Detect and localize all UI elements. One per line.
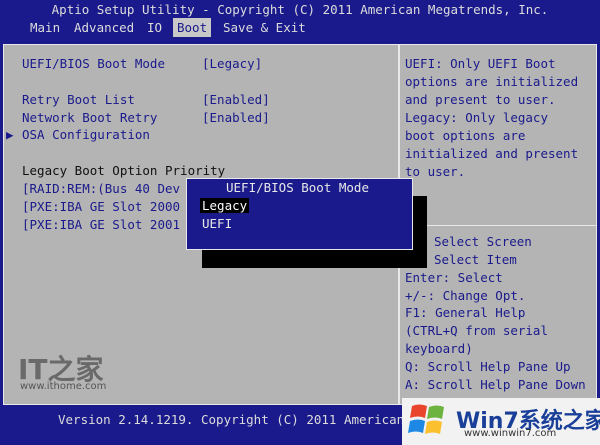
boot-mode-value[interactable]: [Legacy] (202, 56, 262, 71)
tab-io[interactable]: IO (147, 18, 162, 37)
popup-option-uefi[interactable]: UEFI (202, 216, 232, 231)
key-help-line: Q: Scroll Help Pane Up (405, 359, 571, 374)
key-help-line: (CTRL+Q from serial (405, 323, 548, 338)
network-boot-retry-label[interactable]: Network Boot Retry (22, 110, 157, 125)
help-line: options are initialized (405, 74, 579, 89)
key-help-line: keyboard) (405, 341, 473, 356)
tab-save-exit[interactable]: Save & Exit (223, 18, 306, 37)
help-separator (400, 225, 597, 226)
help-line: initialized and present (405, 146, 579, 161)
key-help-line: Select Item (434, 252, 517, 267)
win7-watermark-url: www.winwin7.com (464, 428, 557, 439)
help-line: UEFI: Only UEFI Boot (405, 56, 556, 71)
network-boot-retry-value[interactable]: [Enabled] (202, 110, 270, 125)
menu-bar: Main Advanced IO Boot Save & Exit (0, 18, 600, 37)
legacy-priority-heading: Legacy Boot Option Priority (22, 163, 226, 178)
windows-logo-icon (408, 404, 444, 434)
version-text: Version 2.14.1219. Copyright (C) 2011 Am… (58, 412, 405, 427)
boot-option-2[interactable]: [PXE:IBA GE Slot 2000 (22, 199, 180, 214)
key-help-line: F1: General Help (405, 305, 526, 320)
help-line: and present to user. (405, 92, 556, 107)
boot-mode-label[interactable]: UEFI/BIOS Boot Mode (22, 56, 165, 71)
key-help-line: Enter: Select (405, 270, 503, 285)
key-help-line: A: Scroll Help Pane Down (405, 377, 586, 392)
submenu-arrow-icon: ▶ (6, 127, 14, 142)
key-help-line: Select Screen (434, 234, 532, 249)
window-title: Aptio Setup Utility - Copyright (C) 2011… (0, 0, 600, 18)
osa-configuration-link[interactable]: OSA Configuration (22, 127, 150, 142)
popup-option-legacy[interactable]: Legacy (200, 198, 250, 213)
boot-option-3[interactable]: [PXE:IBA GE Slot 2001 (22, 217, 180, 232)
tab-advanced[interactable]: Advanced (74, 18, 134, 37)
help-line: boot options are (405, 128, 526, 143)
tab-main[interactable]: Main (30, 18, 60, 37)
retry-boot-list-label[interactable]: Retry Boot List (22, 92, 135, 107)
retry-boot-list-value[interactable]: [Enabled] (202, 92, 270, 107)
boot-option-1[interactable]: [RAID:REM:(Bus 40 Dev (22, 181, 180, 196)
popup-title: UEFI/BIOS Boot Mode (222, 180, 373, 195)
tab-boot[interactable]: Boot (173, 18, 212, 37)
help-line: Legacy: Only legacy (405, 110, 548, 125)
key-help-line: +/-: Change Opt. (405, 288, 526, 303)
help-line: to user. (405, 164, 466, 179)
ithome-url: www.ithome.com (20, 381, 107, 392)
